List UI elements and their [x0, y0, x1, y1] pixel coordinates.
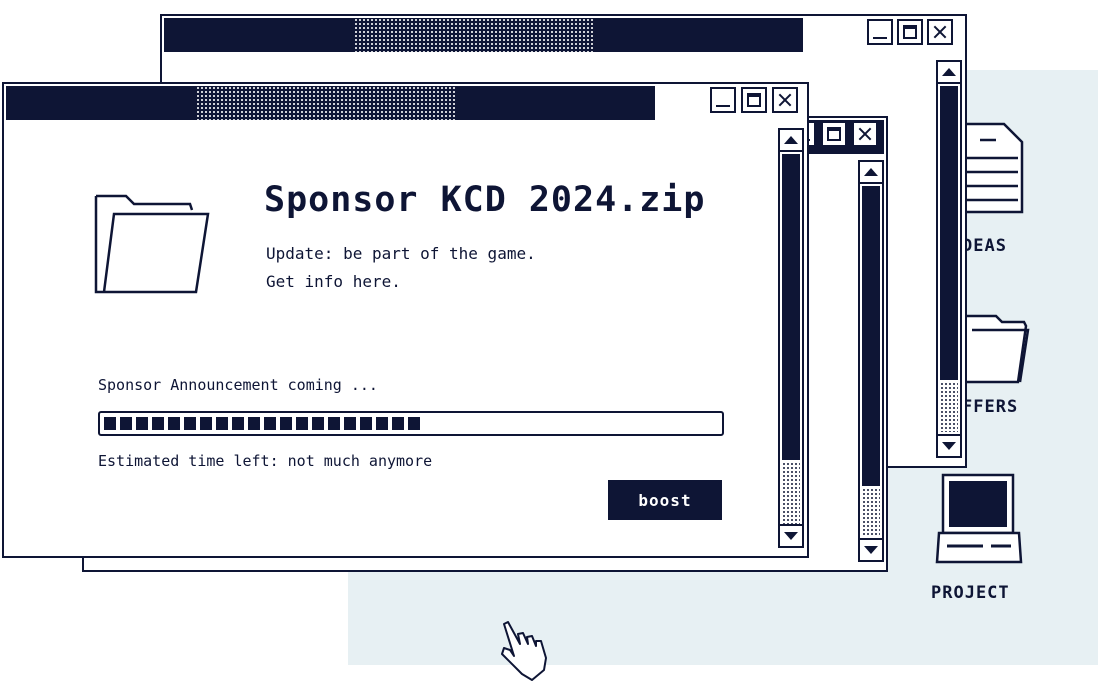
desktop-icon-label: PROJECT [931, 583, 1010, 603]
desktop-icon-label: FFERS [962, 397, 1019, 417]
minimize-button[interactable] [710, 87, 736, 113]
maximize-button[interactable] [741, 87, 767, 113]
scrollbar-thumb[interactable] [940, 86, 958, 380]
close-button[interactable] [927, 19, 953, 45]
desktop-icon-label: DEAS [962, 236, 1007, 256]
document-icon [960, 122, 1024, 214]
maximize-button[interactable] [897, 19, 923, 45]
eta-text: Estimated time left: not much anymore [98, 452, 433, 470]
scrollbar[interactable] [778, 128, 804, 548]
status-text: Sponsor Announcement coming ... [98, 376, 378, 394]
computer-icon [935, 473, 1023, 564]
scroll-up-icon[interactable] [938, 62, 960, 84]
progress-bar [98, 411, 724, 436]
scrollbar-thumb[interactable] [782, 154, 800, 460]
scroll-up-icon[interactable] [860, 162, 882, 184]
scroll-down-icon[interactable] [780, 524, 802, 546]
info-link[interactable]: Get info here. [266, 272, 401, 291]
window-titlebar[interactable] [6, 86, 805, 120]
scroll-up-icon[interactable] [780, 130, 802, 152]
scrollbar[interactable] [858, 160, 884, 562]
close-button[interactable] [852, 121, 878, 147]
maximize-button[interactable] [821, 121, 847, 147]
close-button[interactable] [772, 87, 798, 113]
scrollbar-thumb[interactable] [862, 186, 880, 486]
folder-icon [960, 314, 1030, 384]
update-text: Update: be part of the game. [266, 244, 536, 263]
scroll-down-icon[interactable] [938, 434, 960, 456]
folder-icon [94, 194, 210, 294]
window-titlebar[interactable] [164, 18, 963, 52]
boost-button[interactable]: boost [608, 480, 722, 520]
file-title: Sponsor KCD 2024.zip [264, 180, 706, 220]
scrollbar[interactable] [936, 60, 962, 458]
minimize-button[interactable] [867, 19, 893, 45]
progress-fill [104, 417, 420, 430]
hand-pointer-icon [501, 621, 547, 681]
scroll-down-icon[interactable] [860, 538, 882, 560]
